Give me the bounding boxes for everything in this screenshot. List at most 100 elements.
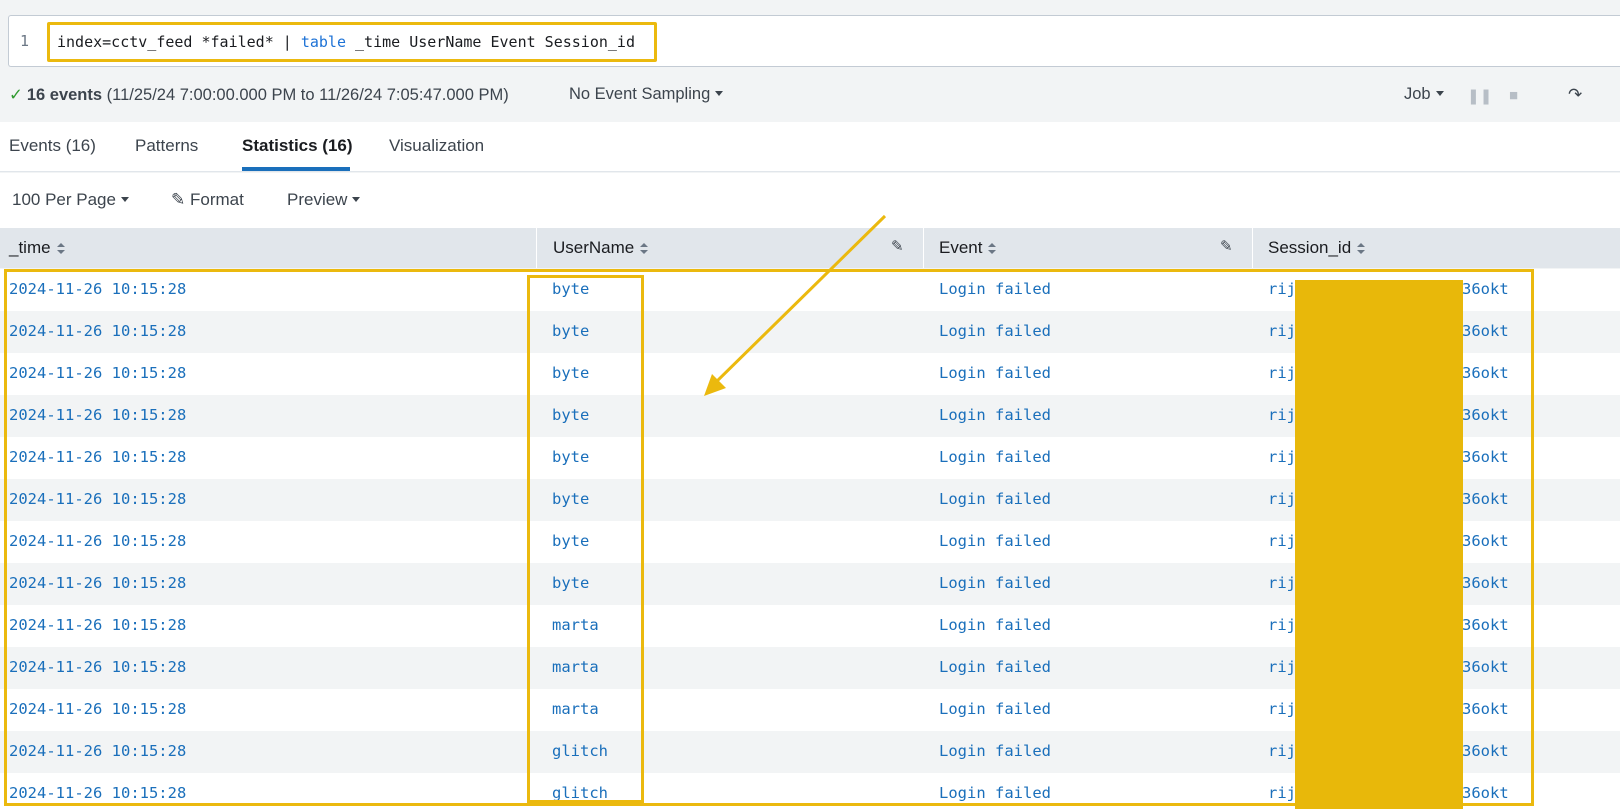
cell-session-id-end[interactable]: 36okt xyxy=(1462,658,1509,676)
cell-session-id-end[interactable]: 36okt xyxy=(1462,700,1509,718)
cell-session-id-start[interactable]: rij xyxy=(1268,364,1296,382)
pause-icon[interactable]: ❚❚ xyxy=(1467,87,1492,105)
cell-time[interactable]: 2024-11-26 10:15:28 xyxy=(9,574,186,592)
cell-time[interactable]: 2024-11-26 10:15:28 xyxy=(9,742,186,760)
cell-username[interactable]: glitch xyxy=(552,742,608,760)
cell-session-id-start[interactable]: rij xyxy=(1268,574,1296,592)
cell-event[interactable]: Login failed xyxy=(939,280,1051,298)
preview-label: Preview xyxy=(287,190,348,209)
cell-event[interactable]: Login failed xyxy=(939,784,1051,802)
cell-username[interactable]: marta xyxy=(552,658,599,676)
cell-username[interactable]: byte xyxy=(552,406,589,424)
cell-event[interactable]: Login failed xyxy=(939,406,1051,424)
cell-username[interactable]: byte xyxy=(552,490,589,508)
cell-session-id-start[interactable]: rij xyxy=(1268,784,1296,802)
cell-username[interactable]: byte xyxy=(552,448,589,466)
cell-event[interactable]: Login failed xyxy=(939,532,1051,550)
line-number: 1 xyxy=(20,32,30,50)
cell-time[interactable]: 2024-11-26 10:15:28 xyxy=(9,322,186,340)
cell-session-id-end[interactable]: 36okt xyxy=(1462,784,1509,802)
cell-event[interactable]: Login failed xyxy=(939,574,1051,592)
job-dropdown[interactable]: Job xyxy=(1404,85,1444,104)
cell-session-id-end[interactable]: 36okt xyxy=(1462,532,1509,550)
cell-session-id-start[interactable]: rij xyxy=(1268,742,1296,760)
search-query-input[interactable]: index=cctv_feed *failed* | table _time U… xyxy=(47,22,657,62)
sort-icon[interactable] xyxy=(1357,242,1366,255)
edit-column-icon[interactable]: ✎ xyxy=(891,237,904,255)
tab-visualization[interactable]: Visualization xyxy=(389,136,484,156)
cell-session-id-end[interactable]: 36okt xyxy=(1462,742,1509,760)
cell-session-id-start[interactable]: rij xyxy=(1268,490,1296,508)
preview-dropdown[interactable]: Preview xyxy=(287,190,361,210)
cell-time[interactable]: 2024-11-26 10:15:28 xyxy=(9,448,186,466)
cell-username[interactable]: byte xyxy=(552,364,589,382)
query-keyword: table xyxy=(300,33,346,51)
column-header-session-id[interactable]: Session_id xyxy=(1253,228,1620,268)
sort-icon[interactable] xyxy=(640,242,649,255)
stop-icon[interactable]: ■ xyxy=(1509,87,1518,104)
column-header-time[interactable]: _time xyxy=(0,228,537,268)
format-button[interactable]: ✎ Format xyxy=(171,190,244,210)
column-session-id-label: Session_id xyxy=(1268,238,1352,257)
cell-session-id-start[interactable]: rij xyxy=(1268,658,1296,676)
cell-session-id-start[interactable]: rij xyxy=(1268,532,1296,550)
column-header-event[interactable]: Event ✎ xyxy=(924,228,1253,268)
table-header: _time UserName ✎ Event ✎ Session_id xyxy=(0,228,1620,268)
pencil-icon: ✎ xyxy=(171,190,186,209)
cell-session-id-end[interactable]: 36okt xyxy=(1462,406,1509,424)
cell-event[interactable]: Login failed xyxy=(939,322,1051,340)
sort-icon[interactable] xyxy=(988,242,997,255)
cell-session-id-start[interactable]: rij xyxy=(1268,616,1296,634)
cell-session-id-end[interactable]: 36okt xyxy=(1462,490,1509,508)
cell-event[interactable]: Login failed xyxy=(939,742,1051,760)
cell-session-id-end[interactable]: 36okt xyxy=(1462,322,1509,340)
cell-username[interactable]: byte xyxy=(552,280,589,298)
cell-event[interactable]: Login failed xyxy=(939,700,1051,718)
cell-time[interactable]: 2024-11-26 10:15:28 xyxy=(9,490,186,508)
cell-time[interactable]: 2024-11-26 10:15:28 xyxy=(9,532,186,550)
cell-event[interactable]: Login failed xyxy=(939,616,1051,634)
cell-time[interactable]: 2024-11-26 10:15:28 xyxy=(9,784,186,802)
cell-username[interactable]: byte xyxy=(552,532,589,550)
cell-session-id-end[interactable]: 36okt xyxy=(1462,448,1509,466)
check-icon: ✓ xyxy=(9,86,23,104)
cell-username[interactable]: byte xyxy=(552,322,589,340)
cell-event[interactable]: Login failed xyxy=(939,364,1051,382)
sort-icon[interactable] xyxy=(56,242,65,255)
cell-session-id-start[interactable]: rij xyxy=(1268,448,1296,466)
edit-column-icon[interactable]: ✎ xyxy=(1220,237,1233,255)
cell-session-id-end[interactable]: 36okt xyxy=(1462,280,1509,298)
cell-session-id-start[interactable]: rij xyxy=(1268,322,1296,340)
cell-time[interactable]: 2024-11-26 10:15:28 xyxy=(9,406,186,424)
cell-username[interactable]: marta xyxy=(552,616,599,634)
cell-time[interactable]: 2024-11-26 10:15:28 xyxy=(9,280,186,298)
tab-patterns[interactable]: Patterns xyxy=(135,136,198,156)
tab-events[interactable]: Events (16) xyxy=(9,136,96,156)
cell-time[interactable]: 2024-11-26 10:15:28 xyxy=(9,616,186,634)
cell-session-id-start[interactable]: rij xyxy=(1268,406,1296,424)
job-status-row: ✓ 16 events (11/25/24 7:00:00.000 PM to 1… xyxy=(0,76,1620,116)
column-event-label: Event xyxy=(939,238,983,257)
share-icon[interactable]: ↷ xyxy=(1568,85,1582,105)
per-page-dropdown[interactable]: 100 Per Page xyxy=(12,190,129,210)
cell-event[interactable]: Login failed xyxy=(939,658,1051,676)
cell-time[interactable]: 2024-11-26 10:15:28 xyxy=(9,700,186,718)
cell-username[interactable]: marta xyxy=(552,700,599,718)
cell-username[interactable]: byte xyxy=(552,574,589,592)
search-bar[interactable]: 1 index=cctv_feed *failed* | table _time… xyxy=(8,15,1620,67)
cell-time[interactable]: 2024-11-26 10:15:28 xyxy=(9,364,186,382)
cell-event[interactable]: Login failed xyxy=(939,448,1051,466)
cell-session-id-start[interactable]: rij xyxy=(1268,280,1296,298)
cell-username[interactable]: glitch xyxy=(552,784,608,802)
cell-event[interactable]: Login failed xyxy=(939,490,1051,508)
per-page-label: 100 Per Page xyxy=(12,190,116,209)
cell-session-id-end[interactable]: 36okt xyxy=(1462,574,1509,592)
cell-session-id-end[interactable]: 36okt xyxy=(1462,616,1509,634)
cell-session-id-end[interactable]: 36okt xyxy=(1462,364,1509,382)
column-header-username[interactable]: UserName ✎ xyxy=(537,228,924,268)
job-label: Job xyxy=(1404,85,1431,103)
tab-statistics[interactable]: Statistics (16) xyxy=(242,136,353,156)
cell-time[interactable]: 2024-11-26 10:15:28 xyxy=(9,658,186,676)
event-sampling-dropdown[interactable]: No Event Sampling xyxy=(569,85,724,104)
cell-session-id-start[interactable]: rij xyxy=(1268,700,1296,718)
